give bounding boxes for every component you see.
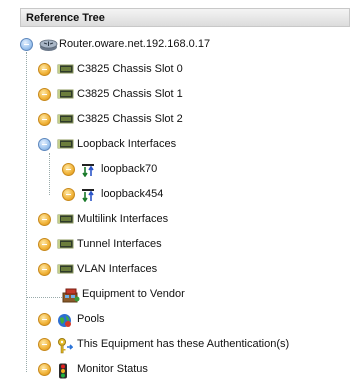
expand-toggle-icon[interactable] xyxy=(38,262,51,276)
tree-node-label: This Equipment has these Authentication(… xyxy=(77,338,290,350)
expand-toggle-icon[interactable] xyxy=(38,212,51,226)
tree-node-monitor-status[interactable]: Monitor Status xyxy=(38,359,148,379)
key-icon xyxy=(57,337,74,353)
tree-node-equipment-to-vendor[interactable]: Equipment to Vendor xyxy=(62,284,185,304)
tree-node-chassis-slot-1[interactable]: C3825 Chassis Slot 1 xyxy=(38,84,183,104)
tree-node-label: C3825 Chassis Slot 2 xyxy=(77,113,183,125)
tree-node-loopback-interfaces[interactable]: Loopback Interfaces xyxy=(38,134,176,154)
tree-node-label: Multilink Interfaces xyxy=(77,213,169,225)
expand-toggle-icon[interactable] xyxy=(38,62,51,76)
tree-node-chassis-slot-2[interactable]: C3825 Chassis Slot 2 xyxy=(38,109,183,129)
interface-arrows-icon xyxy=(81,188,98,202)
traffic-light-icon xyxy=(57,363,74,378)
tree-connector xyxy=(26,297,62,298)
tree-node-label: Pools xyxy=(77,313,105,325)
collapse-toggle-icon[interactable] xyxy=(38,137,51,151)
reference-tree: Router.oware.net.192.168.0.17 C3825 Chas… xyxy=(0,0,350,387)
expand-toggle-icon[interactable] xyxy=(38,112,51,126)
tree-node-loopback454[interactable]: loopback454 xyxy=(62,184,163,204)
tree-node-tunnel-interfaces[interactable]: Tunnel Interfaces xyxy=(38,234,162,254)
chassis-card-icon xyxy=(57,213,74,226)
tree-node-label: VLAN Interfaces xyxy=(77,263,158,275)
expand-toggle-icon[interactable] xyxy=(62,162,75,176)
tree-node-root[interactable]: Router.oware.net.192.168.0.17 xyxy=(20,34,210,54)
expand-toggle-icon[interactable] xyxy=(62,187,75,201)
tree-node-label: C3825 Chassis Slot 1 xyxy=(77,88,183,100)
chassis-card-icon xyxy=(57,63,74,76)
tree-node-label: Router.oware.net.192.168.0.17 xyxy=(59,38,211,50)
globe-icon xyxy=(57,313,74,327)
tree-node-label: loopback70 xyxy=(101,163,158,175)
interface-arrows-icon xyxy=(81,163,98,177)
tree-node-label: Tunnel Interfaces xyxy=(77,238,162,250)
chassis-card-icon xyxy=(57,88,74,101)
expand-toggle-icon[interactable] xyxy=(38,237,51,251)
tree-node-vlan-interfaces[interactable]: VLAN Interfaces xyxy=(38,259,157,279)
chassis-card-icon xyxy=(57,113,74,126)
tree-node-label: C3825 Chassis Slot 0 xyxy=(77,63,183,75)
expand-toggle-icon[interactable] xyxy=(38,87,51,101)
chassis-card-icon xyxy=(57,138,74,151)
tree-node-multilink-interfaces[interactable]: Multilink Interfaces xyxy=(38,209,168,229)
router-icon xyxy=(39,38,58,51)
chassis-card-icon xyxy=(57,263,74,276)
chassis-card-icon xyxy=(57,238,74,251)
tree-node-loopback70[interactable]: loopback70 xyxy=(62,159,157,179)
tree-node-label: Loopback Interfaces xyxy=(77,138,177,150)
tree-node-label: Monitor Status xyxy=(77,363,148,375)
tree-node-chassis-slot-0[interactable]: C3825 Chassis Slot 0 xyxy=(38,59,183,79)
expand-toggle-icon[interactable] xyxy=(38,312,51,326)
expand-toggle-icon[interactable] xyxy=(38,362,51,376)
tree-node-authentications[interactable]: This Equipment has these Authentication(… xyxy=(38,334,289,354)
tree-node-label: Equipment to Vendor xyxy=(82,288,185,300)
expand-toggle-icon[interactable] xyxy=(38,337,51,351)
tree-node-label: loopback454 xyxy=(101,188,164,200)
reference-tree-panel: Reference Tree Router.oware.net.192.168.… xyxy=(0,0,350,387)
tree-node-pools[interactable]: Pools xyxy=(38,309,105,329)
tree-connector xyxy=(49,153,50,195)
vendor-icon xyxy=(62,288,80,302)
collapse-toggle-icon[interactable] xyxy=(20,37,33,51)
tree-connector xyxy=(26,52,27,372)
